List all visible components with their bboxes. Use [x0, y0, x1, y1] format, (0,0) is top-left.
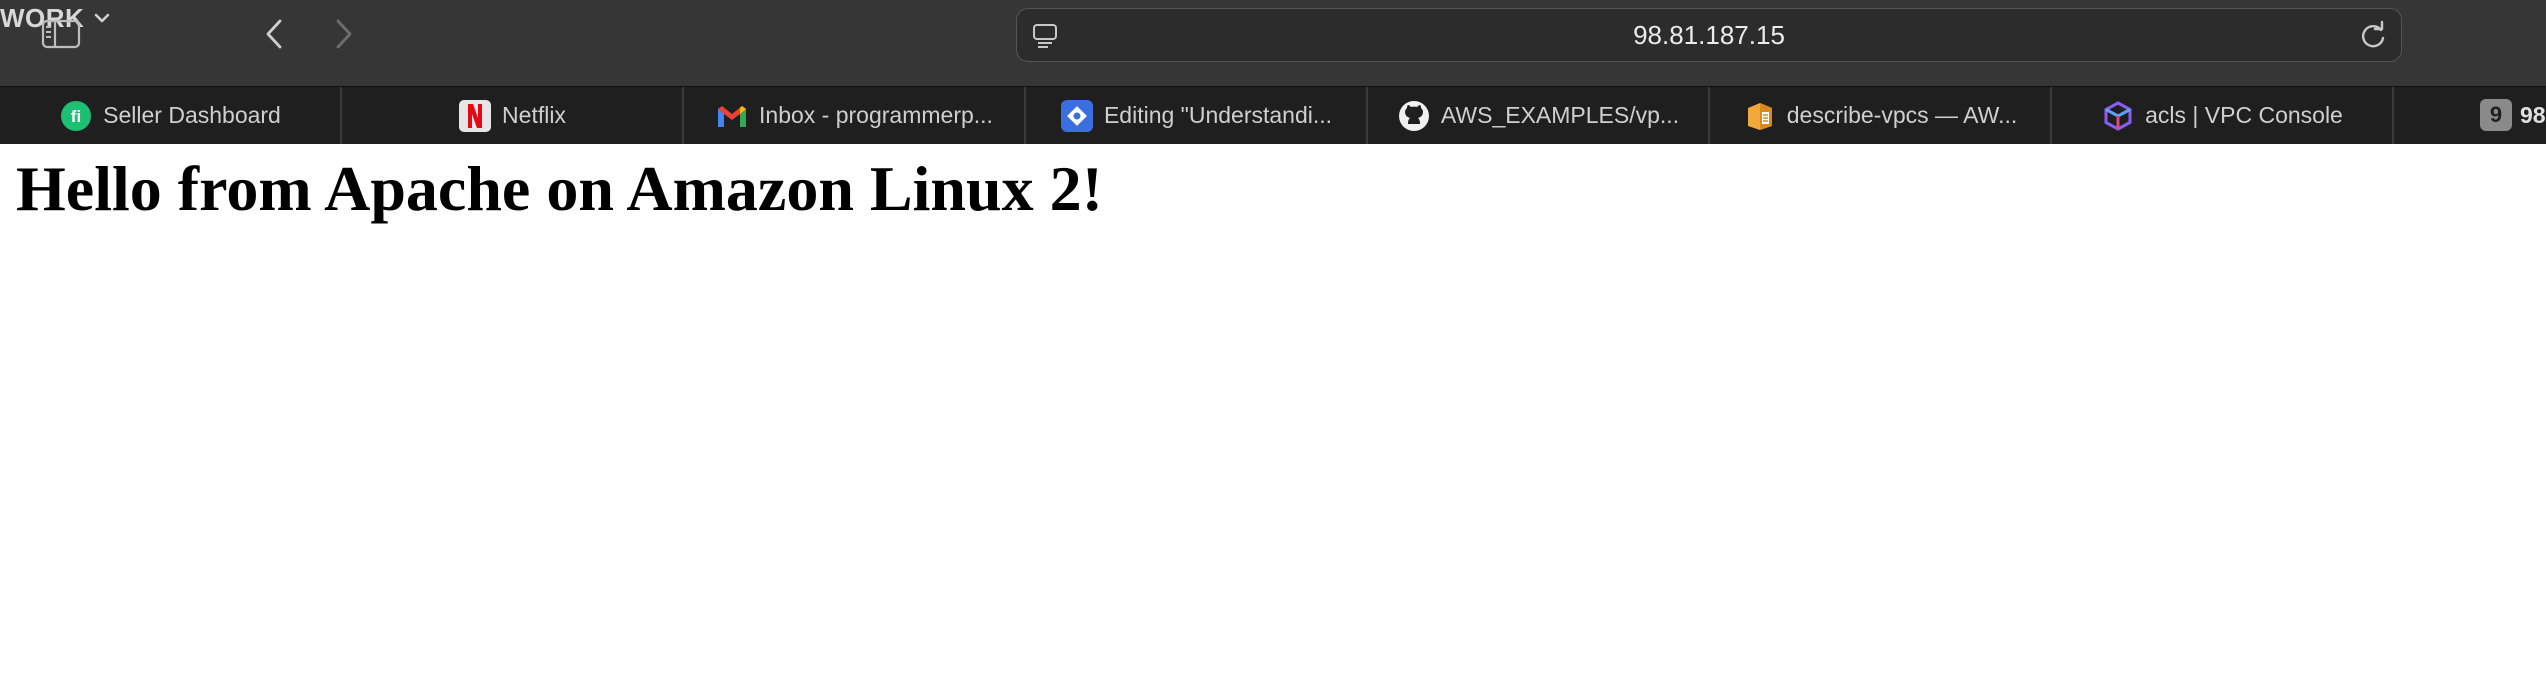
sidebar-toggle-button[interactable] — [38, 16, 84, 52]
reload-icon[interactable] — [2357, 20, 2389, 52]
chevron-left-icon — [266, 19, 282, 49]
chevron-right-icon — [336, 19, 352, 49]
tab-title: AWS_EXAMPLES/vp... — [1440, 102, 1680, 128]
vpc-console-icon — [2101, 99, 2135, 133]
page-content: Hello from Apache on Amazon Linux 2! — [0, 144, 2546, 684]
tab-count-badge[interactable]: 9 — [2480, 99, 2512, 131]
chevron-down-icon — [95, 13, 110, 23]
tab-title: Seller Dashboard — [103, 102, 281, 128]
svg-text:fi: fi — [71, 107, 81, 126]
tab-vpc-console[interactable]: acls | VPC Console — [2052, 87, 2394, 144]
tab-netflix[interactable]: Netflix — [342, 87, 684, 144]
tab-title: acls | VPC Console — [2145, 102, 2343, 128]
address-bar[interactable]: 98.81.187.15 — [1016, 8, 2402, 62]
gmail-icon — [715, 99, 749, 133]
sidebar-icon — [41, 19, 81, 49]
fiverr-icon: fi — [59, 99, 93, 133]
aws-docs-icon — [1743, 99, 1777, 133]
back-button[interactable] — [254, 14, 294, 54]
tab-title: describe-vpcs — AW... — [1786, 102, 2018, 128]
github-icon — [1397, 99, 1431, 133]
tab-title: Editing "Understandi... — [1103, 102, 1333, 128]
editor-icon — [1060, 99, 1094, 133]
page-heading: Hello from Apache on Amazon Linux 2! — [16, 153, 1103, 224]
tab-strip: fi Seller Dashboard Netflix Inbox - prog… — [0, 86, 2546, 144]
tab-title: Netflix — [502, 102, 566, 128]
tab-github[interactable]: AWS_EXAMPLES/vp... — [1368, 87, 1710, 144]
netflix-icon — [458, 99, 492, 133]
browser-toolbar: WORK 98.81.187.15 — [0, 0, 2546, 86]
forward-button[interactable] — [324, 14, 364, 54]
tab-seller-dashboard[interactable]: fi Seller Dashboard — [0, 87, 342, 144]
tab-gmail-inbox[interactable]: Inbox - programmerp... — [684, 87, 1026, 144]
tab-editing[interactable]: Editing "Understandi... — [1026, 87, 1368, 144]
address-text: 98.81.187.15 — [1633, 19, 1785, 50]
tab-describe-vpcs[interactable]: describe-vpcs — AW... — [1710, 87, 2052, 144]
tab-title: Inbox - programmerp... — [759, 102, 993, 128]
tab-overflow-title[interactable]: 98 — [2520, 99, 2546, 131]
